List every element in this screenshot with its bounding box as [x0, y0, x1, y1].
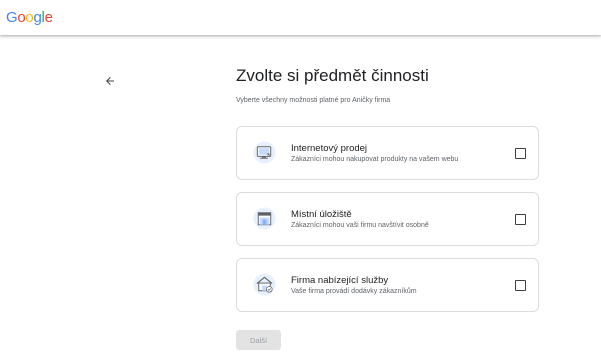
arrow-back-icon [106, 77, 114, 85]
page-title: Zvolte si předmět činnosti [236, 66, 429, 85]
storefront-icon [253, 207, 276, 230]
option-description: Zákazníci mohou vaši firmu navštívit oso… [291, 222, 429, 229]
top-bar: Google [0, 0, 601, 35]
page-subtitle: Vyberte všechny možnosti platné pro Anič… [236, 97, 391, 104]
option-description: Zákazníci mohou nakupovat produkty na va… [291, 156, 459, 163]
option-checkbox[interactable] [515, 280, 526, 291]
option-checkbox[interactable] [515, 214, 526, 225]
option-card-online-sales[interactable]: Internetový prodej Zákazníci mohou nakup… [236, 126, 539, 180]
option-title: Místní úložiště [291, 209, 352, 220]
google-logo[interactable]: Google [6, 9, 53, 26]
option-card-local-store[interactable]: Místní úložiště Zákazníci mohou vaši fir… [236, 192, 539, 246]
logo-letter: g [33, 9, 42, 26]
next-button[interactable]: Další [236, 330, 281, 350]
option-title: Firma nabízející služby [291, 275, 389, 286]
service-area-icon [253, 273, 276, 296]
online-store-icon [253, 141, 276, 164]
option-description: Vaše firma provádí dodávky zákazníkům [291, 288, 417, 295]
logo-letter: G [6, 9, 18, 26]
back-button[interactable] [101, 72, 119, 90]
option-checkbox[interactable] [515, 148, 526, 159]
option-card-service-business[interactable]: Firma nabízející služby Vaše firma prová… [236, 258, 539, 312]
logo-letter: e [44, 9, 53, 26]
option-title: Internetový prodej [291, 143, 368, 154]
